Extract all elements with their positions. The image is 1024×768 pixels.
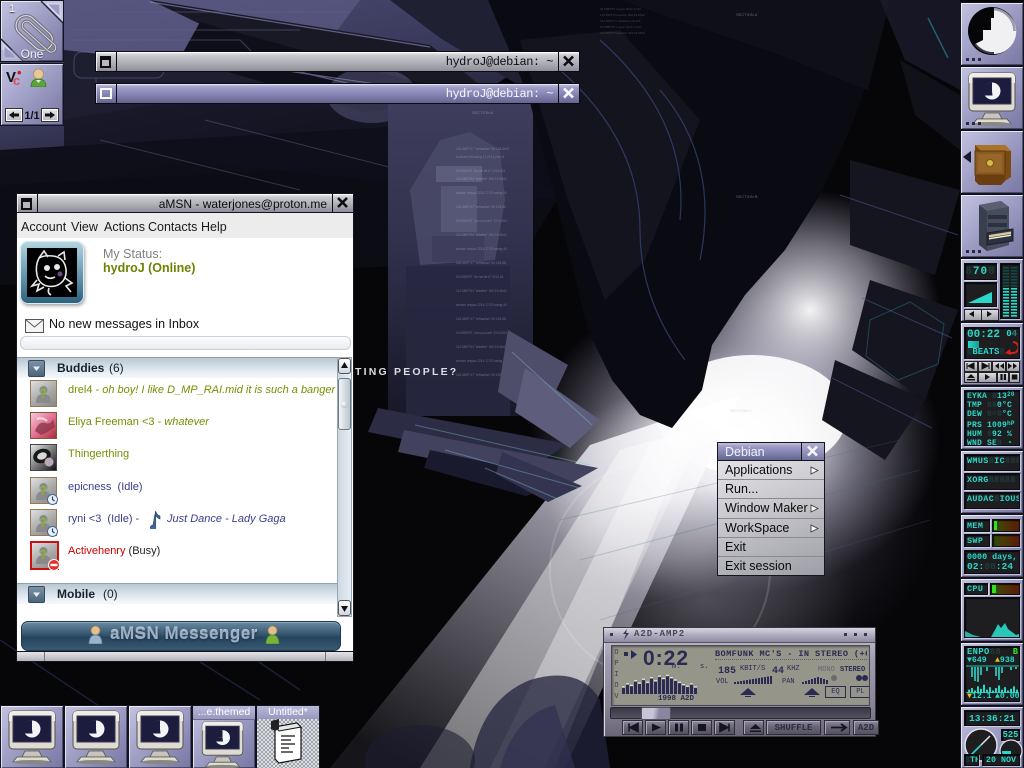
svg-text:TING PEOPLE?: TING PEOPLE? — [355, 366, 458, 378]
svg-text:?: ? — [39, 483, 47, 498]
svg-text:142.6657*17 "refraction" 00.12: 142.6657*17 "refraction" 00.125-66 — [456, 317, 506, 321]
svg-text:04.5583*57 "can you see" 2214.: 04.5583*57 "can you see" 2214.004 — [456, 219, 507, 223]
svg-text:04.5583*57 "do not let it" 221: 04.5583*57 "do not let it" 2214.04 — [456, 275, 504, 279]
svg-text:?: ? — [39, 386, 47, 401]
svg-text:142.6657*17 "refraction" 00.12: 142.6657*17 "refraction" 00.125-66 — [456, 261, 506, 265]
svg-text:142.6657*17 "refraction" 00.12: 142.6657*17 "refraction" 00.125-6642 — [456, 147, 510, 151]
svg-text:142.6657*17 refraction 00.125: 142.6657*17 refraction 00.125 — [600, 19, 641, 23]
svg-text:?: ? — [39, 515, 47, 530]
svg-text:142.6657*17 "refraction" 00.12: 142.6657*17 "refraction" 00.125-66 — [456, 373, 506, 377]
svg-text:?: ? — [39, 547, 47, 562]
svg-text:section resync 2214 17.02 swin: section resync 2214 17.02 swing 44 — [456, 191, 507, 195]
svg-text:a-breach tilt swing 17.2214 pr: a-breach tilt swing 17.2214 prev 8 — [456, 155, 504, 159]
svg-text:section resync 2214 17.02 swin: section resync 2214 17.02 swing 44 — [456, 303, 507, 307]
svg-text:section resync 2214 17.02 swin: section resync 2214 17.02 swing 44 — [456, 359, 507, 363]
svg-text:04.5583*57 "do not let it" 221: 04.5583*57 "do not let it" 2214.004 — [456, 169, 505, 173]
svg-text:112.6567*64 section 004.15-664: 112.6567*64 section 004.15-6642 — [600, 31, 645, 35]
svg-text:04.5583*57 resync 2214 17.02: 04.5583*57 resync 2214 17.02 — [600, 7, 641, 11]
svg-text:section resync 2214 17.02 swin: section resync 2214 17.02 swing 44 — [456, 247, 507, 251]
svg-text:112.6567*64 "breathe" 004.15-6: 112.6567*64 "breathe" 004.15-6642 — [456, 289, 507, 293]
svg-text:04.5583*57 resync 2214 17.02: 04.5583*57 resync 2214 17.02 — [600, 25, 641, 29]
svg-text:112.6567*64 "breathe" 004.15-6: 112.6567*64 "breathe" 004.15-6642 — [456, 233, 507, 237]
svg-text:SECTION A: SECTION A — [736, 12, 758, 17]
svg-text:SECTION C: SECTION C — [730, 408, 752, 413]
svg-text:SECTION B: SECTION B — [736, 194, 758, 199]
svg-text:112.6567*64 "breathe" 004.15-6: 112.6567*64 "breathe" 004.15-6642 — [456, 177, 507, 181]
svg-text:112.6567*64 "breathe" 004.15-6: 112.6567*64 "breathe" 004.15-6642 — [456, 345, 507, 349]
svg-text:142.6657*17 "refraction" 00.12: 142.6657*17 "refraction" 00.125-66 — [456, 205, 506, 209]
svg-text:SECTION A: SECTION A — [472, 110, 494, 115]
svg-text:112.6567*64 section 004.15-664: 112.6567*64 section 004.15-6642 — [600, 13, 645, 17]
svg-text:04.5583*57 "can you see" 2214.: 04.5583*57 "can you see" 2214.004 — [456, 331, 507, 335]
